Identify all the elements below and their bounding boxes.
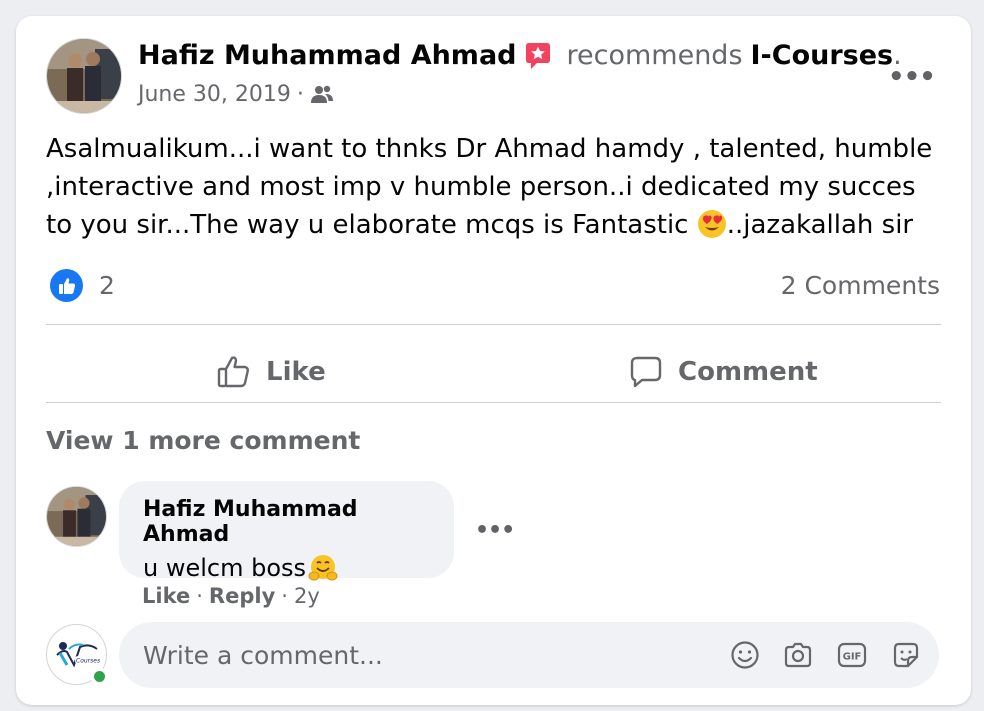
comment-button[interactable]: Comment xyxy=(628,342,818,402)
author-name[interactable]: Hafiz Muhammad Ahmad xyxy=(138,40,517,71)
sticker-icon[interactable] xyxy=(890,639,922,671)
heart-eyes-emoji-icon xyxy=(697,210,726,238)
comment-input[interactable]: Write a comment... xyxy=(119,622,939,688)
camera-icon[interactable] xyxy=(782,639,814,671)
comment-like-button[interactable]: Like xyxy=(142,584,190,608)
like-button-label: Like xyxy=(266,357,326,387)
friends-icon[interactable] xyxy=(310,84,334,106)
view-more-comments-link[interactable]: View 1 more comment xyxy=(46,426,360,455)
commenter-avatar[interactable] xyxy=(46,486,107,547)
post-body: Asalmualikum...i want to thnks Dr Ahmad … xyxy=(46,130,946,244)
reaction-count[interactable]: 2 xyxy=(99,271,115,300)
post-meta: June 30, 2019 · xyxy=(138,82,334,107)
post-card: Hafiz Muhammad Ahmad recommends I-Course… xyxy=(16,16,971,705)
gif-icon[interactable]: GIF xyxy=(836,639,868,671)
divider xyxy=(46,402,941,403)
post-body-closing: ..jazakallah sir xyxy=(726,210,914,240)
comment-timestamp[interactable]: 2y xyxy=(294,584,320,608)
comments-count-link[interactable]: 2 Comments xyxy=(781,271,940,300)
comment-actions: Like · Reply · 2y xyxy=(142,584,320,608)
like-button[interactable]: Like xyxy=(216,342,326,402)
comment-reply-button[interactable]: Reply xyxy=(209,584,275,608)
meta-separator: · xyxy=(296,82,304,107)
post-header: Hafiz Muhammad Ahmad recommends I-Course… xyxy=(138,40,902,71)
speech-bubble-icon xyxy=(630,356,662,388)
recommended-page-link[interactable]: I-Courses xyxy=(751,40,894,71)
comment-bubble: Hafiz Muhammad Ahmad u welcm boss xyxy=(119,481,454,582)
recommends-label: recommends xyxy=(566,40,743,71)
comment-actions-separator: · xyxy=(281,584,288,608)
comment-more-options-button[interactable]: ••• xyxy=(475,518,515,543)
post-more-options-button[interactable]: ••• xyxy=(888,62,936,92)
comment-author-name[interactable]: Hafiz Muhammad Ahmad xyxy=(143,497,430,547)
emoji-icon[interactable] xyxy=(729,639,761,671)
star-badge-icon xyxy=(525,42,550,69)
svg-text:Courses: Courses xyxy=(76,658,100,665)
hugging-face-emoji-icon xyxy=(308,555,338,581)
divider xyxy=(46,324,941,325)
author-avatar[interactable] xyxy=(46,38,122,114)
like-reaction-icon[interactable] xyxy=(50,269,83,302)
comment-input-placeholder: Write a comment... xyxy=(143,640,383,670)
comment-actions-separator: · xyxy=(196,584,203,608)
comment-text: u welcm boss xyxy=(143,553,430,583)
comment-button-label: Comment xyxy=(678,357,818,387)
svg-text:GIF: GIF xyxy=(843,652,862,663)
online-status-dot xyxy=(91,668,108,685)
thumbs-up-icon xyxy=(217,356,249,388)
comment-text-body: u welcm boss xyxy=(143,554,307,582)
post-date[interactable]: June 30, 2019 xyxy=(138,82,291,107)
